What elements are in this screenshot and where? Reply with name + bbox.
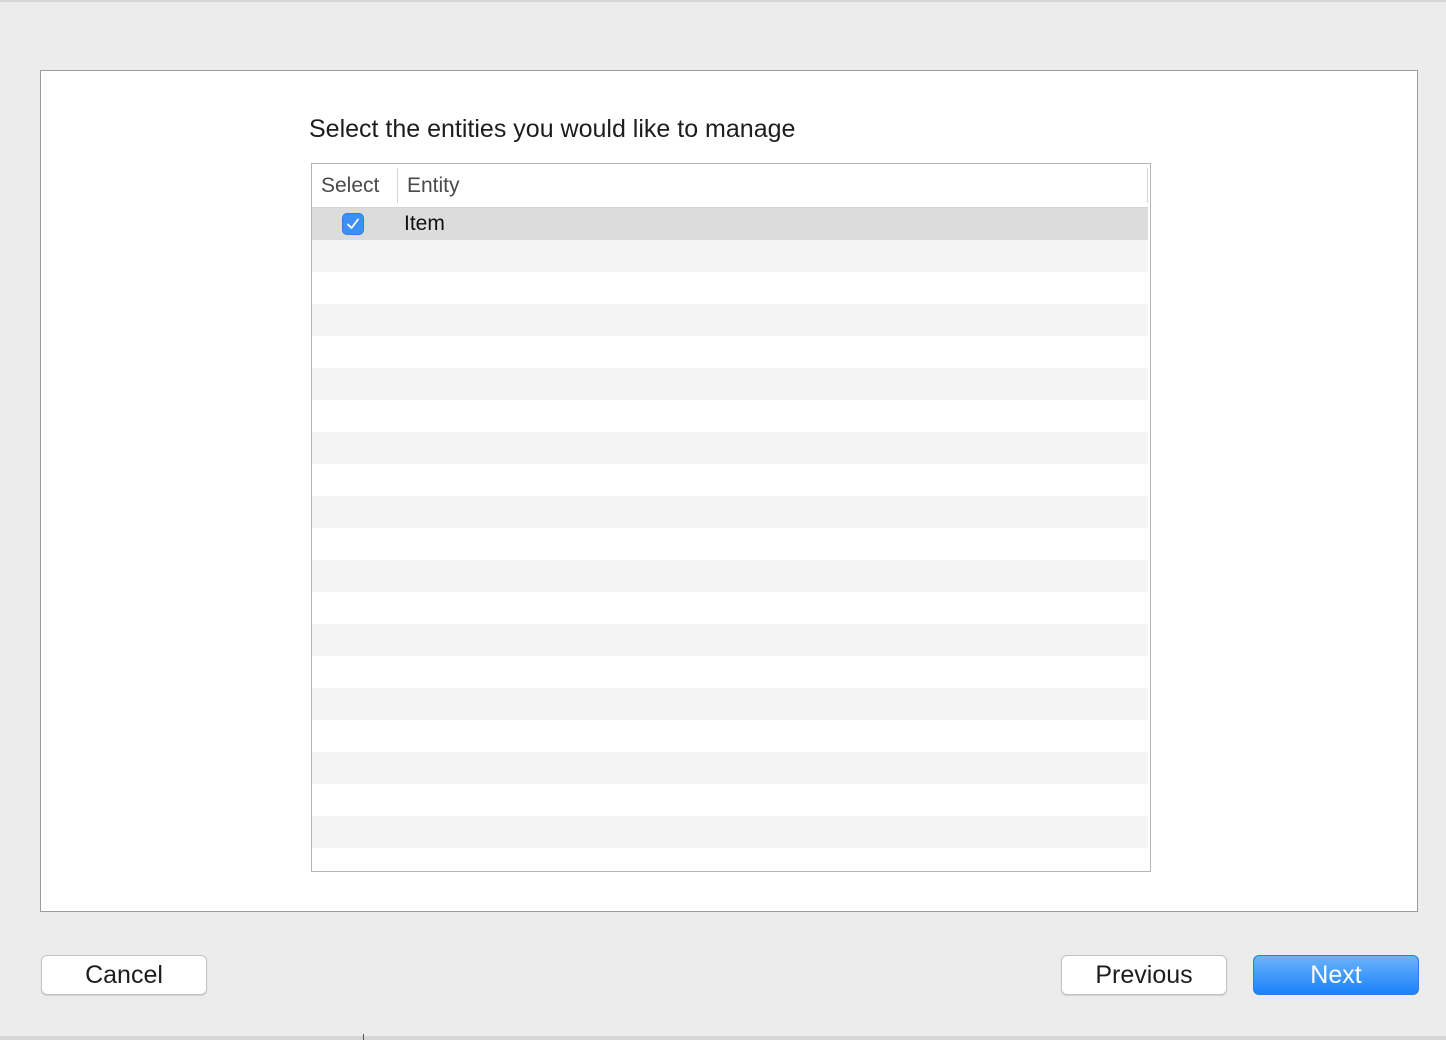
empty-row [312, 336, 1148, 368]
empty-row [312, 816, 1148, 848]
previous-button[interactable]: Previous [1061, 955, 1227, 995]
empty-row [312, 368, 1148, 400]
column-header-select[interactable]: Select [312, 168, 398, 203]
window-bottom-edge [0, 1036, 1446, 1040]
column-header-entity[interactable]: Entity [398, 168, 1148, 203]
divider-tick [363, 1034, 364, 1040]
empty-row [312, 848, 1148, 871]
empty-row [312, 400, 1148, 432]
checkmark-icon [347, 218, 359, 229]
empty-row [312, 528, 1148, 560]
empty-row [312, 464, 1148, 496]
empty-row [312, 784, 1148, 816]
entities-table[interactable]: Select Entity Item [311, 163, 1151, 872]
window-top-edge [0, 0, 1446, 2]
entity-name: Item [404, 212, 445, 235]
empty-row [312, 304, 1148, 336]
empty-row [312, 624, 1148, 656]
cancel-button[interactable]: Cancel [41, 955, 207, 995]
table-row[interactable]: Item [312, 208, 1148, 240]
table-header: Select Entity [312, 164, 1148, 208]
content-panel: Select the entities you would like to ma… [40, 70, 1418, 912]
empty-row [312, 560, 1148, 592]
wizard-window: Select the entities you would like to ma… [0, 0, 1446, 1040]
empty-row [312, 720, 1148, 752]
empty-row [312, 592, 1148, 624]
select-checkbox[interactable] [342, 213, 364, 235]
next-button[interactable]: Next [1253, 955, 1419, 995]
instruction-text: Select the entities you would like to ma… [309, 115, 796, 143]
empty-row [312, 752, 1148, 784]
empty-row [312, 688, 1148, 720]
empty-row [312, 432, 1148, 464]
empty-row [312, 656, 1148, 688]
empty-row [312, 496, 1148, 528]
empty-row [312, 240, 1148, 272]
empty-row [312, 272, 1148, 304]
